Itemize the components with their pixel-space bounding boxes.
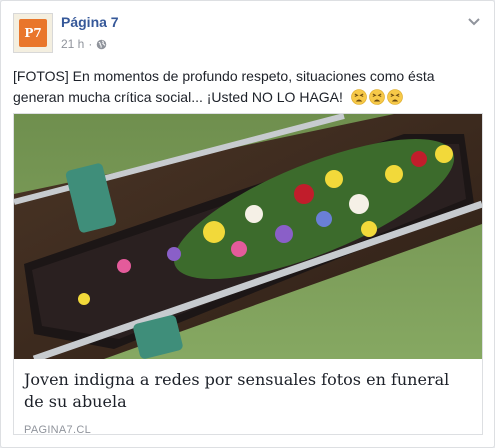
- link-title[interactable]: Joven indigna a redes por sensuales foto…: [24, 369, 474, 413]
- page-name-link[interactable]: Página 7: [61, 14, 119, 30]
- post-meta: 21 h ·: [61, 37, 107, 51]
- chevron-down-icon[interactable]: [467, 17, 481, 27]
- tired-face-icon: [368, 89, 385, 105]
- avatar-logo: P7: [19, 19, 47, 47]
- tired-face-icon: [350, 89, 367, 105]
- page-avatar[interactable]: P7: [13, 13, 53, 53]
- tired-face-icon: [386, 89, 403, 105]
- post-card: P7 Página 7 21 h · [FOTOS] En momentos d…: [0, 0, 495, 448]
- post-text: [FOTOS] En momentos de profundo respeto,…: [13, 66, 483, 108]
- link-domain: PAGINA7.CL: [24, 424, 91, 436]
- globe-icon[interactable]: [96, 39, 107, 50]
- link-preview-image[interactable]: [14, 114, 482, 359]
- post-timestamp[interactable]: 21 h: [61, 37, 84, 51]
- link-caption[interactable]: Joven indigna a redes por sensuales foto…: [14, 359, 482, 436]
- meta-separator: ·: [88, 37, 93, 51]
- post-header: P7 Página 7 21 h ·: [13, 11, 483, 53]
- emoji-group: [350, 89, 403, 105]
- link-preview[interactable]: Joven indigna a redes por sensuales foto…: [13, 113, 483, 436]
